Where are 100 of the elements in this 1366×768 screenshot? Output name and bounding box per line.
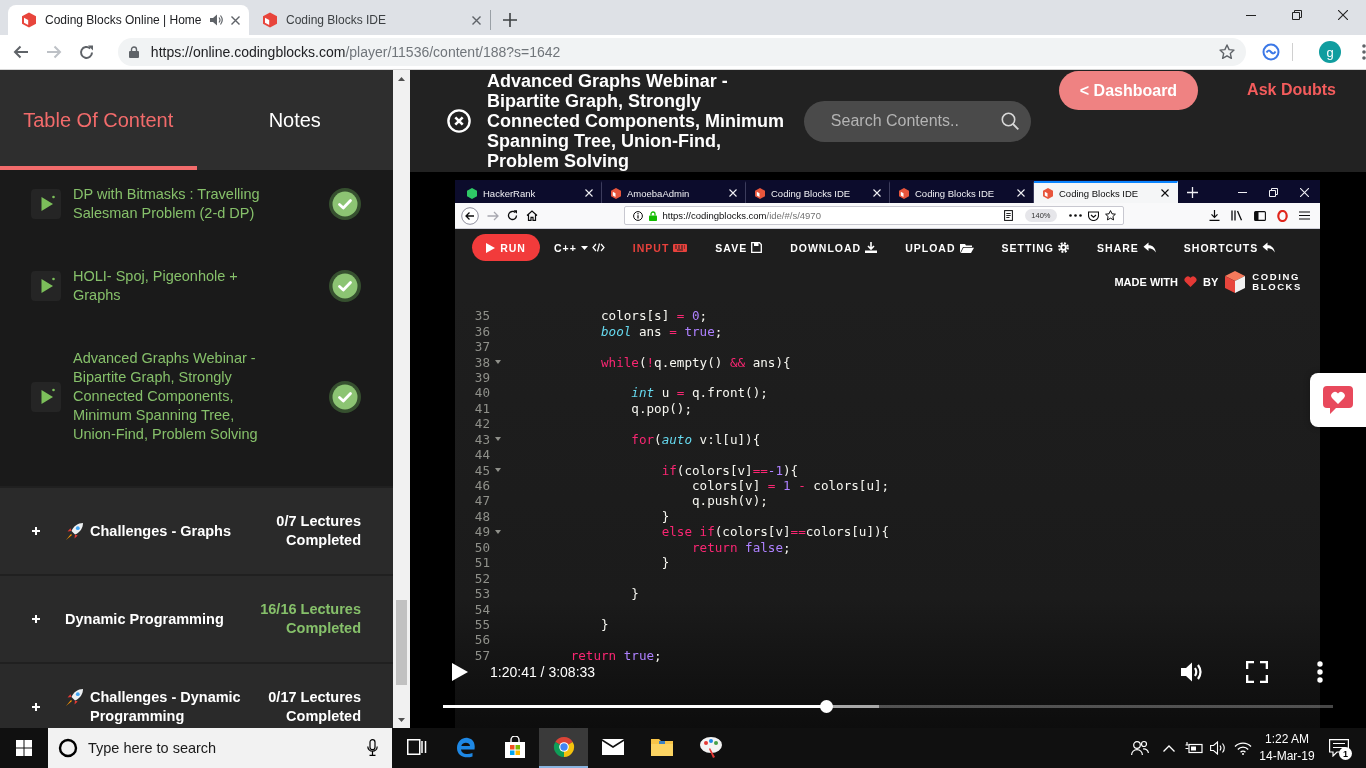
taskbar-search-field[interactable]: Type here to search: [48, 728, 392, 768]
fold-caret-icon[interactable]: [494, 437, 501, 442]
home-icon[interactable]: [526, 210, 538, 221]
minimize-icon[interactable]: [1246, 14, 1256, 16]
line-number: 50: [473, 539, 490, 555]
sidebar-tab[interactable]: Notes: [196, 70, 393, 170]
scroll-up-arrow-icon[interactable]: [398, 76, 405, 81]
close-icon[interactable]: [1161, 189, 1169, 197]
star-icon[interactable]: [1219, 44, 1236, 60]
microphone-icon[interactable]: [367, 739, 378, 756]
menu-icon[interactable]: [1362, 44, 1366, 60]
address-bar[interactable]: https://online.codingblocks.com/player/11536/content/188?s=1642: [117, 38, 1247, 66]
section-card[interactable]: Challenges - Dynamic Programming 0/17 Lectures Completed: [0, 664, 393, 728]
section-card[interactable]: Dynamic Programming 16/16 Lectures Completed: [0, 576, 393, 662]
caret-up-icon[interactable]: [1163, 744, 1175, 752]
browser-tab[interactable]: Coding Blocks IDE: [249, 5, 490, 35]
more-options-icon[interactable]: [1317, 661, 1323, 683]
volume-icon[interactable]: [1209, 741, 1227, 755]
reload-icon[interactable]: [78, 44, 94, 60]
play-icon[interactable]: [31, 381, 61, 412]
close-icon[interactable]: [1338, 10, 1348, 20]
reload-icon[interactable]: [507, 210, 518, 221]
section-title[interactable]: Dynamic Programming: [65, 609, 250, 629]
windows-logo-icon[interactable]: [16, 740, 32, 756]
section-title[interactable]: Challenges - Dynamic Programming: [90, 688, 250, 726]
close-circle-icon[interactable]: [447, 109, 471, 133]
download-icon: [865, 242, 878, 253]
lecture-title[interactable]: Advanced Graphs Webinar - Bipartite Graph, Strongly Connected Components, Minimum Spanning Tree, Union-Find, Problem Solving: [73, 349, 273, 444]
ring-logo-icon[interactable]: [1277, 209, 1288, 222]
upload-button[interactable]: UPLOAD: [905, 241, 974, 254]
heart-button[interactable]: [1310, 373, 1366, 427]
close-icon[interactable]: [231, 15, 240, 25]
language-dropdown[interactable]: C++: [554, 241, 605, 254]
play-icon[interactable]: [31, 189, 61, 219]
code-line: int u = q.front();: [630, 385, 768, 401]
code-icon: [591, 243, 605, 252]
section-card[interactable]: Challenges - Graphs 0/7 Lectures Completed: [0, 488, 393, 574]
download-button[interactable]: DOWNLOAD: [790, 241, 878, 254]
plus-icon[interactable]: [32, 615, 40, 623]
plus-icon[interactable]: [32, 703, 40, 711]
line-number: 46: [473, 478, 490, 494]
logo-wordmark: CODING BLOCKS: [1252, 271, 1302, 292]
line-number: 35: [473, 308, 490, 324]
video-time: 1:20:41 / 3:08:33: [490, 664, 596, 680]
shopping-bag-icon: [503, 736, 526, 758]
cube-favicon-icon: [899, 187, 909, 199]
taskbar-clock[interactable]: 1:22 AM 14-Mar-19: [1256, 728, 1318, 768]
code-line: }: [630, 586, 639, 602]
fullscreen-icon[interactable]: [1246, 661, 1268, 683]
rocket-icon: [65, 521, 84, 541]
settings-button[interactable]: SETTING: [1001, 241, 1070, 254]
more-icon[interactable]: [1068, 214, 1082, 217]
gear-icon: [1058, 242, 1070, 253]
battery-plug-icon[interactable]: [1185, 741, 1203, 755]
fold-caret-icon[interactable]: [494, 468, 501, 473]
play-icon[interactable]: [452, 663, 468, 681]
play-icon[interactable]: [31, 271, 61, 301]
notification-icon[interactable]: [1329, 739, 1349, 757]
taskbar-app-button[interactable]: [539, 728, 588, 768]
maximize-icon[interactable]: [1292, 10, 1302, 20]
shield-icon[interactable]: [1087, 210, 1099, 221]
share-button[interactable]: SHARE: [1097, 241, 1156, 254]
sidebar-icon[interactable]: [1254, 210, 1266, 221]
save-button[interactable]: SAVE: [715, 241, 763, 254]
folder-icon: [959, 242, 974, 253]
cube-favicon-icon: [262, 12, 278, 28]
lecture-title[interactable]: HOLI- Spoj, Pigeonhole + Graphs: [73, 267, 273, 305]
line-number: 40: [473, 385, 490, 401]
reader-view-icon[interactable]: [1004, 210, 1014, 221]
star-icon[interactable]: [1104, 210, 1116, 221]
code-line: bool ans = true;: [600, 323, 723, 339]
fold-caret-icon[interactable]: [494, 360, 501, 365]
input-button[interactable]: INPUT: [632, 241, 688, 254]
browser-tab[interactable]: Coding Blocks IDE: [1034, 181, 1178, 203]
search-field[interactable]: Search Contents..: [803, 100, 1031, 142]
fold-caret-icon[interactable]: [494, 529, 501, 534]
code-line: colors[s] = 0;: [600, 308, 708, 324]
download-icon[interactable]: [1209, 210, 1220, 221]
run-button[interactable]: RUN: [472, 234, 540, 261]
wifi-icon[interactable]: [1234, 741, 1252, 755]
play-icon: [486, 242, 496, 253]
browser-tab[interactable]: Coding Blocks Online | Home: [8, 5, 249, 35]
minimize-icon[interactable]: [1238, 191, 1247, 193]
scroll-down-arrow-icon[interactable]: [398, 717, 405, 722]
back-arrow-icon[interactable]: [13, 44, 29, 60]
line-number: 56: [473, 632, 490, 648]
menu-icon[interactable]: [1299, 211, 1310, 220]
section-title[interactable]: Challenges - Graphs: [90, 521, 250, 541]
heart-icon: [1184, 276, 1197, 287]
shortcuts-button[interactable]: SHORTCUTS: [1183, 241, 1276, 254]
extension-icon[interactable]: [1262, 43, 1281, 61]
scrollbar-thumb[interactable]: [396, 600, 407, 685]
library-icon[interactable]: [1231, 210, 1243, 221]
line-number: 41: [473, 400, 490, 416]
ask-doubts-link[interactable]: Ask Doubts: [1247, 81, 1336, 99]
plus-icon[interactable]: [32, 527, 40, 535]
line-number: 38: [473, 354, 490, 370]
lecture-title[interactable]: DP with Bitmasks : Travelling Salesman Problem (2-d DP): [73, 185, 273, 223]
ring-icon: [58, 738, 78, 758]
people-icon[interactable]: [1131, 740, 1149, 756]
